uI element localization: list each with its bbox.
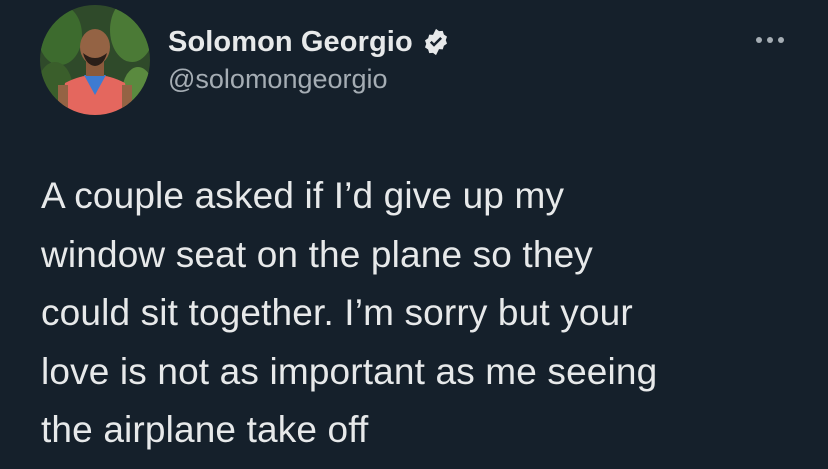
tweet-card: Solomon Georgio @solomongeorgio A couple…: [0, 0, 828, 469]
profile-photo-icon: [40, 5, 150, 115]
name-row: Solomon Georgio: [168, 22, 451, 62]
user-handle[interactable]: @solomongeorgio: [168, 64, 451, 95]
author-info: Solomon Georgio @solomongeorgio: [168, 22, 451, 95]
more-options-icon[interactable]: [750, 28, 790, 52]
verified-badge-icon: [421, 27, 451, 57]
display-name[interactable]: Solomon Georgio: [168, 26, 413, 59]
avatar[interactable]: [40, 5, 150, 115]
tweet-text: A couple asked if I’d give up my window …: [41, 175, 658, 450]
